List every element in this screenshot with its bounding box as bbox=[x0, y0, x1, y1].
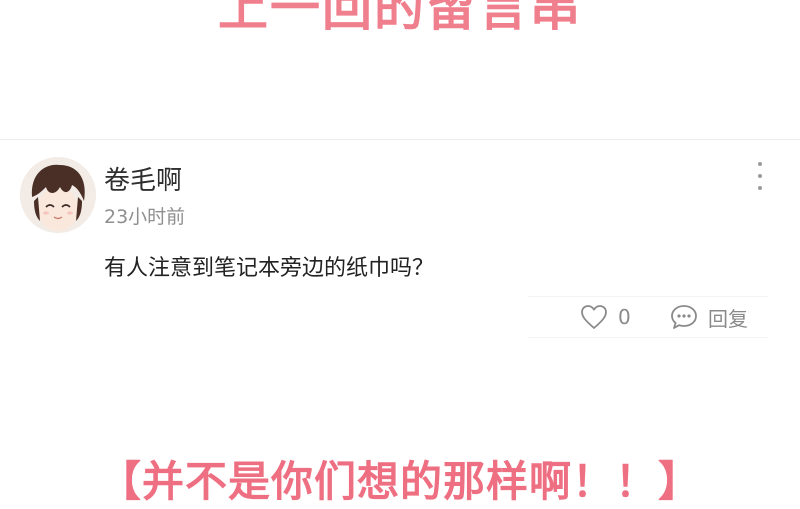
comment-actions: 0 回复 bbox=[528, 296, 768, 338]
reply-label: 回复 bbox=[708, 306, 748, 331]
like-count: 0 bbox=[618, 305, 631, 329]
reply-button[interactable]: 回复 bbox=[670, 303, 748, 331]
more-dot bbox=[758, 174, 762, 178]
more-dot bbox=[758, 162, 762, 166]
divider bbox=[0, 139, 800, 140]
username[interactable]: 卷毛啊 bbox=[104, 160, 182, 197]
avatar[interactable] bbox=[20, 157, 96, 233]
top-banner-text: 上一回的留言串 bbox=[218, 0, 582, 37]
chat-bubble-icon bbox=[671, 305, 697, 329]
more-vertical-icon[interactable] bbox=[748, 160, 772, 192]
avatar-image bbox=[20, 157, 96, 233]
like-button[interactable]: 0 bbox=[580, 303, 631, 331]
heart-icon bbox=[581, 305, 607, 329]
more-dot bbox=[758, 186, 762, 190]
timestamp: 23小时前 bbox=[104, 206, 186, 228]
comment-text: 有人注意到笔记本旁边的纸巾吗？ bbox=[104, 256, 435, 281]
